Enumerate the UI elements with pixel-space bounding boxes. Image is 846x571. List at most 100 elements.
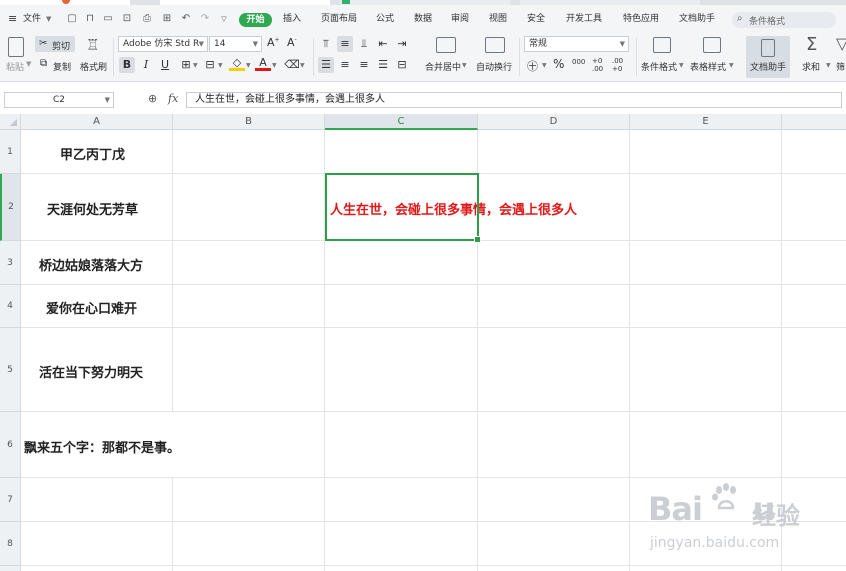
- cell-style-icon[interactable]: ⊟: [202, 57, 218, 73]
- thousands-button[interactable]: 000: [572, 58, 585, 66]
- border-icon[interactable]: ⊞: [178, 57, 194, 73]
- chevron-down-icon[interactable]: ▼: [46, 11, 51, 27]
- font-color-icon[interactable]: A: [255, 56, 271, 71]
- align-bottom-icon[interactable]: ⫫: [356, 36, 372, 52]
- cell-b3[interactable]: [173, 241, 325, 285]
- zoom-icon[interactable]: ⊕: [148, 92, 157, 105]
- column-header-b[interactable]: B: [173, 114, 325, 130]
- table-style-button[interactable]: 表格样式: [690, 60, 726, 73]
- row-header-8[interactable]: 8: [0, 522, 21, 566]
- decrease-decimal-button[interactable]: .00 +0: [612, 57, 626, 73]
- cell-b7[interactable]: [173, 478, 325, 522]
- decrease-indent-icon[interactable]: ⇤: [375, 36, 391, 52]
- tab-developer[interactable]: 开发工具: [566, 11, 602, 27]
- tab-data[interactable]: 数据: [414, 11, 432, 27]
- cell-e4[interactable]: [630, 285, 782, 328]
- tab-insert[interactable]: 插入: [283, 11, 301, 27]
- increase-decimal-button[interactable]: +0 .00: [592, 57, 606, 73]
- cell-c5[interactable]: [325, 328, 478, 412]
- cell-c4[interactable]: [325, 285, 478, 328]
- sum-button[interactable]: 求和: [802, 60, 820, 73]
- tab-page-layout[interactable]: 页面布局: [321, 11, 357, 27]
- select-all-corner[interactable]: [0, 114, 21, 130]
- cell-d8[interactable]: [478, 522, 630, 566]
- filter-icon[interactable]: ▽: [836, 34, 846, 53]
- cell-a9[interactable]: [21, 566, 173, 571]
- new-document-icon[interactable]: ▢: [66, 13, 78, 25]
- row-header-2[interactable]: 2: [0, 174, 21, 241]
- format-painter-icon[interactable]: ♖: [86, 36, 99, 54]
- cell-d7[interactable]: [478, 478, 630, 522]
- chevron-down-icon[interactable]: ▼: [26, 60, 31, 68]
- cell-e3[interactable]: [630, 241, 782, 285]
- row-header-6[interactable]: 6: [0, 412, 21, 478]
- cell-d1[interactable]: [478, 130, 630, 174]
- cell-c7[interactable]: [325, 478, 478, 522]
- distributed-icon[interactable]: ⊟: [394, 57, 410, 73]
- justify-icon[interactable]: ☰: [375, 57, 391, 73]
- underline-button[interactable]: U: [157, 57, 173, 73]
- tab-doc-helper[interactable]: 文档助手: [679, 11, 715, 27]
- clear-format-icon[interactable]: ⌫: [284, 57, 300, 73]
- align-right-icon[interactable]: ≡: [356, 57, 372, 73]
- chevron-down-icon[interactable]: ▼: [246, 62, 251, 69]
- fill-color-icon[interactable]: ◇: [229, 56, 245, 71]
- cell-d3[interactable]: [478, 241, 630, 285]
- tab-formulas[interactable]: 公式: [376, 11, 394, 27]
- column-header-a[interactable]: A: [21, 114, 173, 130]
- active-cell-selection[interactable]: [325, 173, 481, 243]
- cell-b4[interactable]: [173, 285, 325, 328]
- name-box[interactable]: C2 ▼: [4, 92, 114, 108]
- save-icon[interactable]: ⊡: [121, 13, 133, 25]
- cell-c3[interactable]: [325, 241, 478, 285]
- menu-file[interactable]: 文件: [23, 11, 41, 27]
- cell-c6[interactable]: [325, 412, 478, 478]
- cell-f9[interactable]: [782, 566, 846, 571]
- tab-view[interactable]: 视图: [489, 11, 507, 27]
- cell-b2[interactable]: [173, 174, 325, 241]
- cell-b6[interactable]: [173, 412, 325, 478]
- cell-e1[interactable]: [630, 130, 782, 174]
- row-header-1[interactable]: 1: [0, 130, 21, 174]
- tab-special-apps[interactable]: 特色应用: [623, 11, 659, 27]
- number-format-select[interactable]: 常规 ▼: [524, 36, 629, 52]
- cell-c9[interactable]: [325, 566, 478, 571]
- italic-button[interactable]: I: [138, 57, 154, 73]
- command-search[interactable]: ⌕ 条件格式: [732, 12, 836, 28]
- percent-button[interactable]: %: [553, 57, 564, 71]
- sum-icon[interactable]: Σ: [806, 34, 817, 55]
- row-header-3[interactable]: 3: [0, 241, 21, 285]
- cell-f1[interactable]: [782, 130, 846, 174]
- align-center-icon[interactable]: ≡: [337, 57, 353, 73]
- fx-icon[interactable]: fx: [168, 92, 178, 105]
- cell-e9[interactable]: [630, 566, 782, 571]
- cell-d6[interactable]: [478, 412, 630, 478]
- row-header-9[interactable]: [0, 566, 21, 571]
- table-style-icon[interactable]: [703, 37, 721, 53]
- chevron-down-icon[interactable]: ▼: [272, 62, 277, 69]
- row-header-7[interactable]: 7: [0, 478, 21, 522]
- folder-icon[interactable]: ▭: [102, 13, 114, 25]
- bold-button[interactable]: B: [119, 57, 135, 73]
- copy-button[interactable]: 复制: [53, 60, 71, 73]
- cell-a7[interactable]: [21, 478, 173, 522]
- increase-font-icon[interactable]: A+: [267, 36, 280, 49]
- cell-e5[interactable]: [630, 328, 782, 412]
- conditional-format-button[interactable]: 条件格式: [641, 60, 677, 73]
- increase-indent-icon[interactable]: ⇥: [394, 36, 410, 52]
- cell-f3[interactable]: [782, 241, 846, 285]
- cell-d9[interactable]: [478, 566, 630, 571]
- wrap-text-icon[interactable]: [485, 37, 505, 53]
- cell-b1[interactable]: [173, 130, 325, 174]
- align-middle-icon[interactable]: ≡: [337, 36, 353, 52]
- chevron-down-icon[interactable]: ▼: [729, 62, 734, 69]
- cell-f4[interactable]: [782, 285, 846, 328]
- tab-start[interactable]: 开始: [239, 13, 272, 27]
- cell-a8[interactable]: [21, 522, 173, 566]
- wrap-text-button[interactable]: 自动换行: [476, 60, 512, 73]
- cut-button[interactable]: ✂ 剪切: [35, 36, 75, 52]
- redo-icon[interactable]: ↷: [199, 13, 211, 25]
- format-painter-button[interactable]: 格式刷: [80, 60, 107, 73]
- cell-f5[interactable]: [782, 328, 846, 412]
- filter-button[interactable]: 筛: [836, 60, 845, 73]
